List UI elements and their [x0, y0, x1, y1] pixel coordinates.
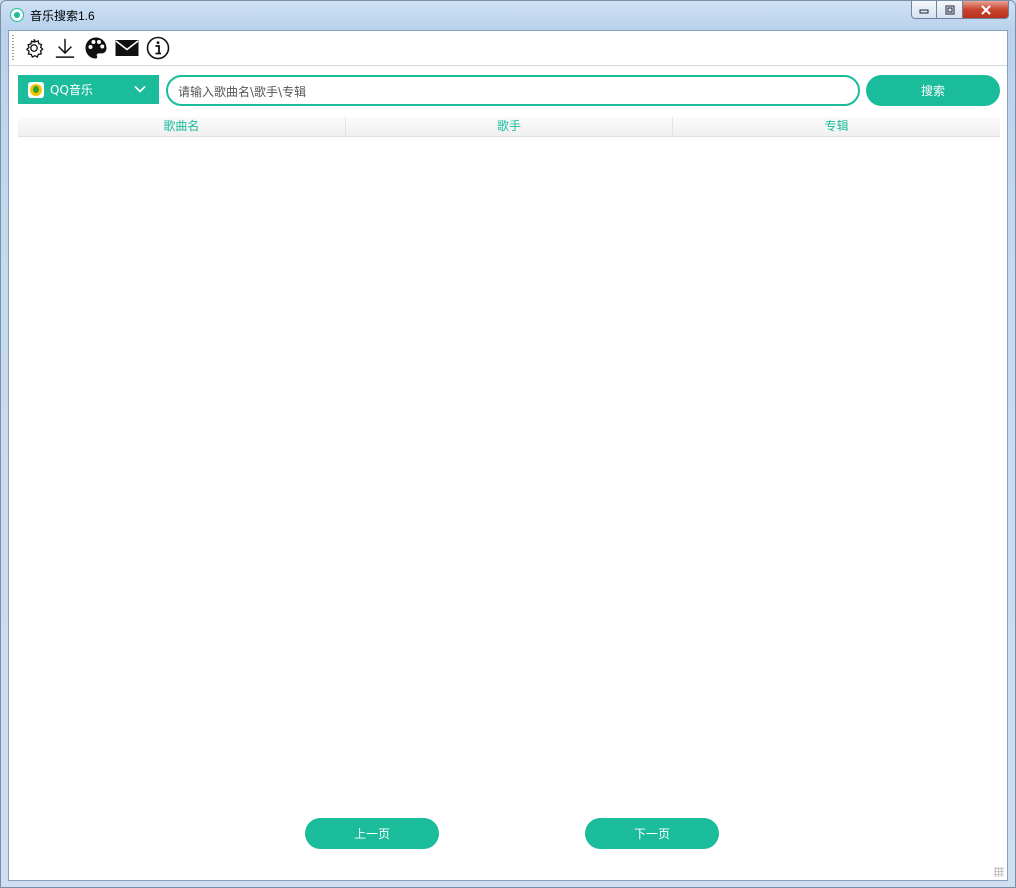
download-icon	[55, 38, 75, 58]
toolbar-grip[interactable]	[12, 35, 14, 61]
settings-button[interactable]	[22, 36, 46, 60]
palette-icon	[85, 37, 107, 59]
minimize-button[interactable]	[911, 1, 937, 19]
app-window: 音乐搜索1.6 QQ音乐 请输入歌曲名\歌手\专辑 搜索 歌曲名 歌手 专辑 上…	[0, 0, 1016, 888]
title-bar[interactable]: 音乐搜索1.6	[1, 1, 1015, 29]
app-icon	[10, 8, 24, 22]
about-button[interactable]	[146, 36, 170, 60]
music-source-label: QQ音乐	[50, 83, 93, 97]
results-table-body[interactable]	[18, 137, 1000, 807]
prev-page-button[interactable]: 上一页	[305, 818, 439, 849]
gear-icon	[25, 38, 44, 58]
column-header-artist[interactable]: 歌手	[346, 117, 674, 136]
column-header-album[interactable]: 专辑	[673, 117, 1000, 136]
client-area: QQ音乐 搜索 歌曲名 歌手 专辑 上一页 下一页	[8, 30, 1008, 881]
close-icon	[980, 4, 991, 15]
column-header-song[interactable]: 歌曲名	[18, 117, 346, 136]
window-controls	[911, 1, 1009, 20]
results-table-header: 歌曲名 歌手 专辑	[18, 117, 1000, 137]
window-title: 音乐搜索1.6	[30, 9, 95, 23]
search-input[interactable]	[176, 77, 840, 106]
toolbar	[9, 31, 1007, 66]
feedback-button[interactable]	[115, 36, 139, 60]
maximize-button[interactable]	[937, 1, 963, 19]
search-field[interactable]	[166, 75, 860, 106]
chevron-down-icon	[134, 85, 146, 93]
close-button[interactable]	[963, 1, 1009, 19]
next-page-button[interactable]: 下一页	[585, 818, 719, 849]
info-icon	[146, 36, 170, 60]
music-source-dropdown[interactable]: QQ音乐	[18, 75, 159, 104]
download-button[interactable]	[53, 36, 77, 60]
search-button[interactable]: 搜索	[866, 75, 1000, 106]
minimize-icon	[919, 9, 929, 13]
maximize-icon	[945, 5, 954, 14]
mail-icon	[115, 40, 139, 56]
qq-music-icon	[28, 81, 44, 98]
resize-grip[interactable]	[994, 867, 1004, 877]
theme-button[interactable]	[84, 36, 108, 60]
